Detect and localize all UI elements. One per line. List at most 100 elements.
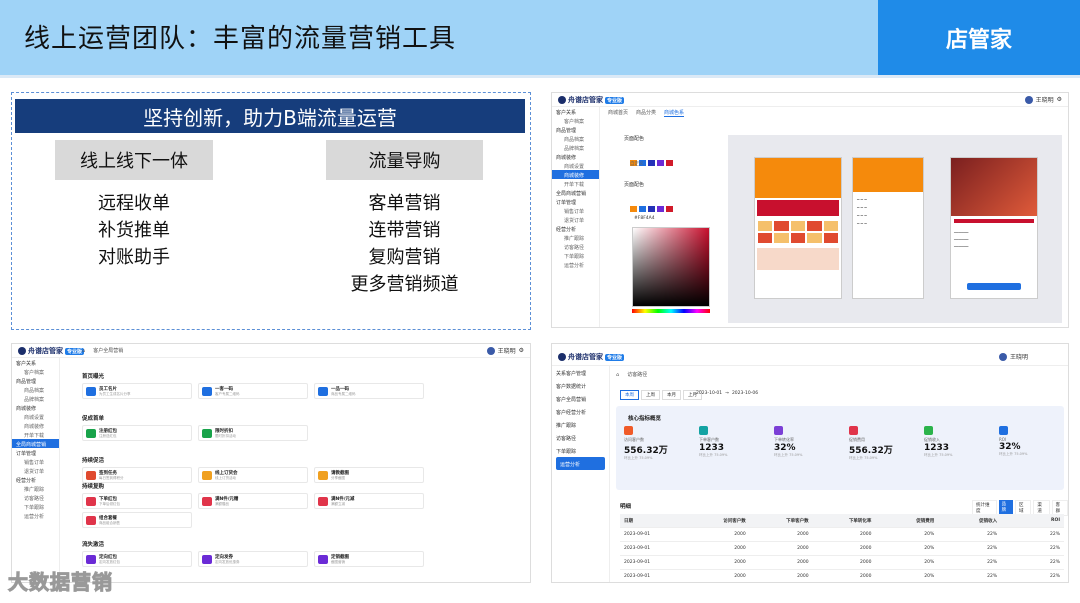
sidebar-item[interactable]: 经营分析 — [12, 475, 59, 484]
hue-slider[interactable] — [632, 309, 710, 313]
color-swatch[interactable] — [666, 206, 673, 212]
user-menu[interactable]: 王晓明 ⚙ — [486, 346, 524, 355]
sidebar-item[interactable]: 访客路径 — [552, 242, 599, 251]
sidebar-item[interactable]: 商城装修 — [12, 421, 59, 430]
sidebar-item[interactable]: 商品档案 — [552, 134, 599, 143]
color-swatch[interactable] — [630, 206, 637, 212]
tab-item[interactable]: 商城色系 — [664, 109, 685, 117]
tool-card[interactable]: 签到任务 每日签到得积分 — [82, 467, 192, 483]
sidebar-item[interactable]: 销售订单 — [12, 457, 59, 466]
tool-icon — [86, 470, 96, 480]
tool-card[interactable]: 注册红包 注册送红包 — [82, 425, 192, 441]
tab-item[interactable]: 商城首页 — [608, 109, 628, 116]
sidebar-item[interactable]: 开单下载 — [552, 179, 599, 188]
sidebar-item[interactable]: 全局商城营销 — [12, 439, 59, 448]
sidebar-item[interactable]: 推广跟踪 — [12, 484, 59, 493]
sidebar-item[interactable]: 客户关系 — [552, 107, 599, 116]
color-swatch[interactable] — [639, 206, 646, 212]
home-icon[interactable]: ⌂ — [616, 372, 619, 378]
tab-item[interactable]: 客户全局营销 — [93, 347, 123, 354]
sidebar-item[interactable]: 客户经营分析 — [552, 405, 609, 418]
sidebar-item[interactable]: 退货订单 — [12, 466, 59, 475]
sidebar-item[interactable]: 访客路径 — [12, 493, 59, 502]
sidebar-item[interactable]: 访客路径 — [552, 431, 609, 444]
tool-card[interactable]: 限时折扣 限时折扣活动 — [198, 425, 308, 441]
sidebar-item[interactable]: 下单跟踪 — [552, 251, 599, 260]
kpi-change: 环比上升 75.09% — [774, 453, 803, 457]
sidebar-item[interactable]: 运营分析 — [552, 260, 599, 269]
tool-card[interactable]: 请教截图 分享截图 — [314, 467, 424, 483]
color-swatch[interactable] — [648, 206, 655, 212]
color-picker[interactable] — [632, 227, 710, 307]
tool-card[interactable]: 员工名片 为员工生成名片分享 — [82, 383, 192, 399]
sidebar-item[interactable]: 运营分析 — [12, 511, 59, 520]
tool-icon — [318, 470, 328, 480]
tool-card[interactable]: 定向红包 定向发放红包 — [82, 551, 192, 567]
tab-item[interactable]: 商品分类 — [636, 109, 656, 116]
tool-card[interactable]: 定向发券 定向发放优惠券 — [198, 551, 308, 567]
sidebar-item[interactable]: 推广跟踪 — [552, 233, 599, 242]
tool-card[interactable]: 满N件/元减 满额立减 — [314, 493, 424, 509]
sidebar-item[interactable]: 订单管理 — [552, 197, 599, 206]
sidebar-item[interactable]: 推广跟踪 — [552, 418, 609, 431]
sidebar-item[interactable]: 商城装修 — [552, 170, 599, 179]
tool-card[interactable]: 一客一码 客户专属二维码 — [198, 383, 308, 399]
tool-desc: 分享截图 — [331, 475, 345, 480]
settings-icon[interactable]: ⚙ — [1057, 96, 1062, 103]
tool-name: 注册红包 — [99, 428, 117, 434]
sidebar-item[interactable]: 商城设置 — [552, 161, 599, 170]
right-column-list: 客单营销 连带营销 复购营销 更多营销频道 — [326, 190, 483, 298]
sidebar-item[interactable]: 商品档案 — [12, 385, 59, 394]
date-range[interactable]: 2023-10-01 → 2023-10-06 — [696, 391, 758, 396]
tool-card[interactable]: 下单红包 下单后领红包 — [82, 493, 192, 509]
tool-card[interactable]: 组合套餐 商品组合销售 — [82, 512, 192, 528]
color-swatch[interactable] — [666, 160, 673, 166]
sidebar-item[interactable]: 下单跟踪 — [12, 502, 59, 511]
tool-card[interactable]: 线上订货会 线上订货活动 — [198, 467, 308, 483]
color-swatch[interactable] — [657, 206, 664, 212]
sidebar-item[interactable]: 客户全局营销 — [552, 392, 609, 405]
hex-input[interactable]: #F8F4A4 — [634, 216, 655, 221]
sidebar-item[interactable]: 商品管理 — [552, 125, 599, 134]
period-button[interactable]: 本月 — [662, 390, 681, 400]
sidebar-item[interactable]: 商城设置 — [12, 412, 59, 421]
detail-table: 日期 访问客户数 下单客户数 下单转化率 促销费用 促销收入 ROI 2023-09-01 20… — [620, 514, 1064, 582]
tool-desc: 截图营销 — [331, 559, 345, 564]
color-swatch[interactable] — [657, 160, 664, 166]
period-button[interactable]: 本周 — [620, 390, 639, 400]
tool-name: 线上订货会 — [215, 470, 238, 476]
user-menu[interactable]: 王晓明 — [998, 352, 1028, 361]
sidebar-item[interactable]: 全局商城营销 — [552, 188, 599, 197]
sidebar-item[interactable]: 开单下载 — [12, 430, 59, 439]
sidebar-item[interactable]: 经营分析 — [552, 224, 599, 233]
tab-item[interactable]: 访客路径 — [627, 371, 647, 378]
header-cell: ROI — [1051, 518, 1061, 523]
sidebar-item[interactable]: 品牌档案 — [552, 143, 599, 152]
sidebar-item[interactable]: 客户数据统计 — [552, 379, 609, 392]
kpi-change: 环比上升 75.09% — [699, 453, 728, 457]
color-swatch[interactable] — [648, 160, 655, 166]
sidebar-item[interactable]: 运营分析 — [556, 457, 605, 470]
sidebar-item[interactable]: 商品管理 — [12, 376, 59, 385]
tool-card[interactable]: 一品一码 商品专属二维码 — [314, 383, 424, 399]
sidebar-item[interactable]: 客户档案 — [12, 367, 59, 376]
kpi-card: ROI 32% 环比上升 75.09% — [999, 426, 1059, 457]
color-swatch-row-2[interactable] — [630, 197, 675, 216]
period-button[interactable]: 上周 — [641, 390, 660, 400]
sidebar-item[interactable]: 品牌档案 — [12, 394, 59, 403]
sidebar-item[interactable]: 退货订单 — [552, 215, 599, 224]
sidebar-item[interactable]: 订单管理 — [12, 448, 59, 457]
home-icon[interactable]: ⌂ — [82, 348, 85, 354]
tool-card[interactable]: 定销截图 截图营销 — [314, 551, 424, 567]
tool-card[interactable]: 满N件/元赠 满额赠品 — [198, 493, 308, 509]
sidebar-item[interactable]: 商城装修 — [552, 152, 599, 161]
user-menu[interactable]: 王晓明 ⚙ — [1024, 95, 1062, 104]
sidebar-item[interactable]: 商城装修 — [12, 403, 59, 412]
sidebar-item[interactable]: 客户关系 — [12, 358, 59, 367]
settings-icon[interactable]: ⚙ — [519, 347, 524, 354]
table-cell: 22% — [987, 546, 998, 551]
sidebar-item[interactable]: 关系客户管理 — [552, 366, 609, 379]
sidebar-item[interactable]: 客户档案 — [552, 116, 599, 125]
sidebar-item[interactable]: 销售订单 — [552, 206, 599, 215]
sidebar-item[interactable]: 下单跟踪 — [552, 444, 609, 457]
